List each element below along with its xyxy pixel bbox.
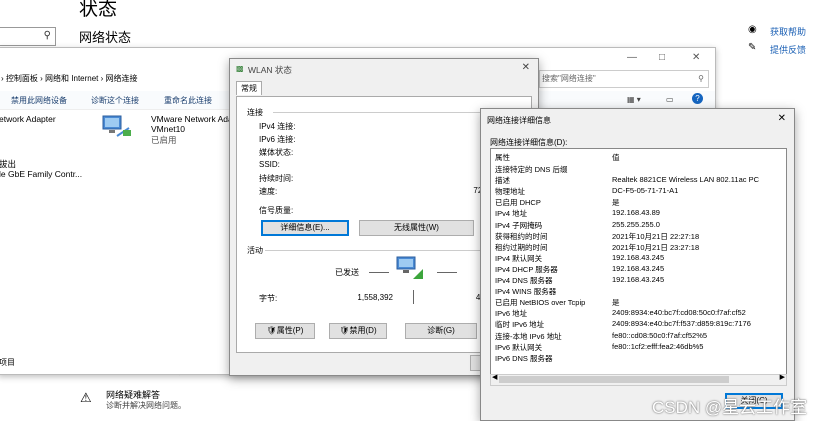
details-list-label: 网络连接详细信息(D): <box>490 138 568 147</box>
property-cell: 获得租约的时间 <box>495 231 548 241</box>
disable-button[interactable]: 🛡禁用(D) <box>329 323 387 339</box>
adapter-device: le GbE Family Contr... <box>0 169 83 179</box>
diagnose-button[interactable]: 诊断(G) <box>405 323 477 339</box>
property-cell: 连接特定的 DNS 后缀 <box>495 165 568 174</box>
tab-general[interactable]: 常规 <box>236 81 262 95</box>
property-cell: IPv4 地址 <box>495 209 528 219</box>
value-cell: 192.168.43.245 <box>612 263 665 273</box>
dialog-title: 网络连接详细信息 <box>487 116 551 125</box>
help-icon: ◉ <box>748 24 757 35</box>
shield-icon: 🛡 <box>339 326 350 335</box>
value-cell: Realtek 8821CE Wireless LAN 802.11ac PC <box>612 175 760 185</box>
section-activity: 活动 <box>247 246 263 255</box>
value-cell: 192.168.43.245 <box>612 275 665 284</box>
value-cell: 2409:8934:e40:bc7f:f537:d859:819c:7176 <box>612 319 751 329</box>
value-cell: 192.168.43.245 <box>612 252 665 262</box>
watermark: CSDN @星云工作室 <box>652 398 808 417</box>
connection-details-dialog: 网络连接详细信息 ✕ 网络连接详细信息(D): 属性 值 连接特定的 DNS 后… <box>480 108 795 421</box>
property-cell: IPv4 WINS 服务器 <box>495 287 557 297</box>
minimize-button[interactable]: — <box>627 52 637 63</box>
property-cell: 连接-本地 IPv6 地址 <box>495 331 562 341</box>
column-header-property[interactable]: 属性 <box>495 152 510 163</box>
close-icon[interactable]: ✕ <box>522 62 530 73</box>
property-cell: IPv4 默认网关 <box>495 253 543 263</box>
value-cell: 192.168.43.89 <box>612 208 660 218</box>
signal-quality-label: 信号质量: <box>259 206 294 215</box>
sent-label: 已发送 <box>335 268 359 277</box>
breadcrumb-item[interactable]: 控制面板 <box>6 74 38 83</box>
network-activity-icon <box>395 255 425 281</box>
property-cell: 已启用 NetBIOS over Tcpip <box>495 298 586 308</box>
scroll-right-icon[interactable]: ▶ <box>780 373 785 381</box>
section-connection: 连接 <box>247 108 263 117</box>
get-help-link[interactable]: 获取帮助 <box>770 25 806 38</box>
value-cell: 是 <box>612 298 620 308</box>
value-cell: fe80::1cf2:efff:fea2:46db%5 <box>612 341 704 351</box>
view-options-icon[interactable]: ▦ ▾ <box>627 95 641 104</box>
dialog-title: WLAN 状态 <box>248 65 292 75</box>
feedback-link[interactable]: 提供反馈 <box>770 43 806 56</box>
breadcrumb-item[interactable]: 网络和 Internet <box>45 74 98 83</box>
properties-button[interactable]: 🛡属性(P) <box>255 323 315 339</box>
property-cell: IPv4 DNS 服务器 <box>495 276 553 285</box>
property-cell: 物理地址 <box>495 187 525 197</box>
settings-search-input[interactable]: ⚲ <box>0 27 56 46</box>
rename-connection-button[interactable]: 重命名此连接 <box>164 95 212 106</box>
column-header-value[interactable]: 值 <box>612 152 620 163</box>
wifi-icon: ▩ <box>236 64 244 73</box>
value-cell: 是 <box>612 198 620 208</box>
bytes-sent: 1,558,392 <box>357 293 393 302</box>
value-cell: 255.255.255.0 <box>612 219 660 229</box>
property-cell: 描述 <box>495 176 510 186</box>
warning-icon: ⚠ <box>80 390 92 405</box>
property-cell: 临时 IPv6 地址 <box>495 320 545 330</box>
page-title: 状态 <box>79 0 118 20</box>
maximize-button[interactable]: □ <box>659 52 665 63</box>
shield-icon: 🛡 <box>266 326 277 335</box>
adapter-network: VMnet10 <box>151 124 186 134</box>
network-adapter-icon[interactable] <box>101 114 133 140</box>
scrollbar-thumb[interactable] <box>499 376 729 383</box>
property-cell: 已启用 DHCP <box>495 198 541 208</box>
search-icon: ⚲ <box>698 74 704 83</box>
horizontal-scrollbar[interactable]: ◀ ▶ <box>490 374 787 386</box>
property-cell: 租约过期的时间 <box>495 242 548 252</box>
adapter-name[interactable]: etwork Adapter <box>0 114 56 124</box>
property-cell: IPv4 DHCP 服务器 <box>495 264 558 274</box>
value-cell: fe80::cd08:50c0:f7af:cf52%5 <box>612 330 708 340</box>
wireless-properties-button[interactable]: 无线属性(W) <box>359 220 474 236</box>
breadcrumb: › 控制面板 › 网络和 Internet › 网络连接 <box>1 74 138 83</box>
network-status-heading: 网络状态 <box>79 30 132 45</box>
feedback-icon: ✎ <box>748 42 757 53</box>
value-cell: DC-F5-05-71-71-A1 <box>612 186 679 196</box>
adapter-name[interactable]: VMware Network Ada <box>151 114 233 124</box>
details-button[interactable]: 详细信息(E)... <box>261 220 349 236</box>
property-cell: IPv6 DNS 服务器 <box>495 353 553 363</box>
diagnose-connection-button[interactable]: 诊断这个连接 <box>91 95 139 106</box>
details-list[interactable]: 属性 值 连接特定的 DNS 后缀 描述 Realtek 8821CE Wirele… <box>490 148 787 378</box>
bytes-label: 字节: <box>259 294 278 303</box>
status-bar: 项目 <box>0 358 15 367</box>
search-icon: ⚲ <box>43 30 51 41</box>
property-cell: IPv6 默认网关 <box>495 342 543 352</box>
property-cell: IPv6 地址 <box>495 309 528 319</box>
close-icon[interactable]: ✕ <box>778 113 786 124</box>
help-icon[interactable]: ? <box>692 93 703 104</box>
value-cell: 2021年10月21日 22:27:18 <box>612 231 700 241</box>
breadcrumb-item[interactable]: 网络连接 <box>106 74 138 83</box>
pane-icon[interactable]: ▭ <box>666 95 674 104</box>
scroll-left-icon[interactable]: ◀ <box>492 373 497 381</box>
value-cell: 2021年10月21日 23:27:18 <box>612 242 700 252</box>
property-cell: IPv4 子网掩码 <box>495 220 543 230</box>
disable-device-button[interactable]: 禁用此网络设备 <box>11 95 67 106</box>
troubleshoot-desc: 诊断并解决网络问题。 <box>106 401 186 410</box>
adapter-status: 已启用 <box>151 135 177 145</box>
search-connections-input[interactable]: 搜索"网络连接" ⚲ <box>539 70 709 88</box>
value-cell: 2409:8934:e40:bc7f:cd08:50c0:f7af:cf52 <box>612 308 746 318</box>
close-button[interactable]: ✕ <box>692 52 700 63</box>
